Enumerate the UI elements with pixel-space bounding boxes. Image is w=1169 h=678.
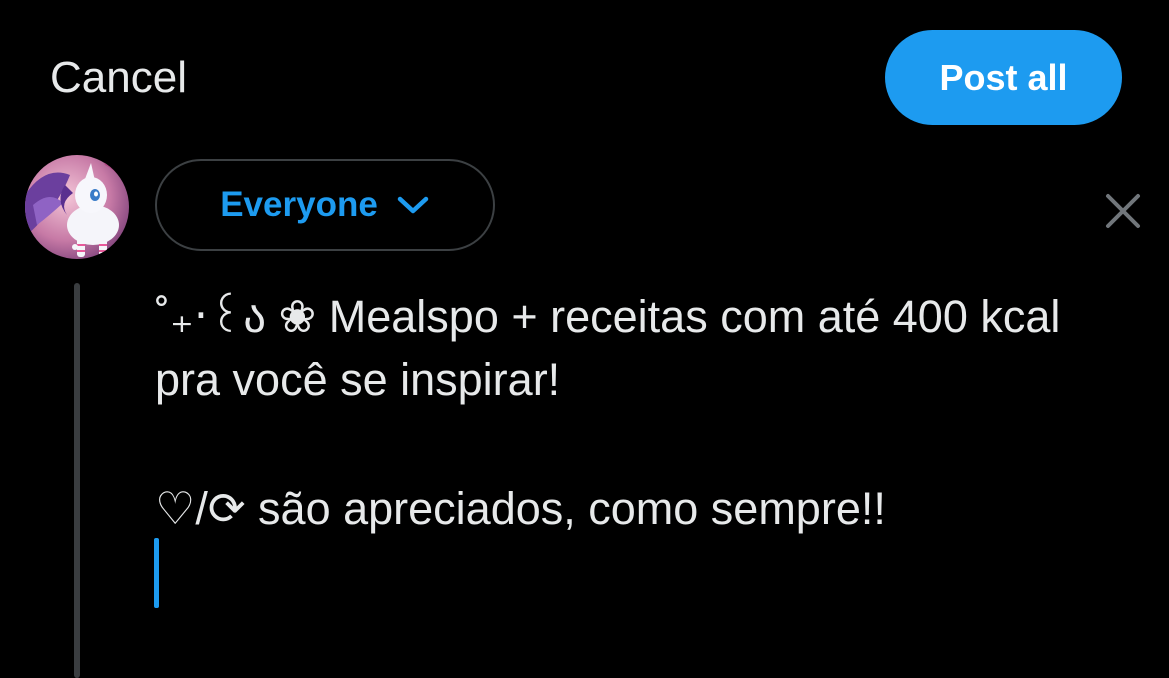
- compose-line-1: ˚₊‧꒰ა ❀ Mealspo + receitas com até 400 k…: [155, 291, 1073, 405]
- chevron-down-icon: [397, 196, 429, 214]
- post-all-button[interactable]: Post all: [885, 30, 1122, 125]
- text-cursor: [154, 538, 159, 608]
- audience-label: Everyone: [220, 185, 378, 224]
- top-bar: Cancel Post all: [0, 0, 1169, 150]
- close-icon[interactable]: [1102, 190, 1144, 232]
- audience-selector[interactable]: Everyone: [155, 159, 495, 251]
- thread-line: [74, 283, 80, 678]
- cancel-button[interactable]: Cancel: [50, 50, 187, 106]
- avatar-image: [25, 155, 129, 259]
- compose-text-area[interactable]: ˚₊‧꒰ა ❀ Mealspo + receitas com até 400 k…: [155, 285, 1115, 540]
- compose-line-2: ♡/⟳ são apreciados, como sempre!!: [155, 483, 886, 534]
- avatar[interactable]: [25, 155, 129, 259]
